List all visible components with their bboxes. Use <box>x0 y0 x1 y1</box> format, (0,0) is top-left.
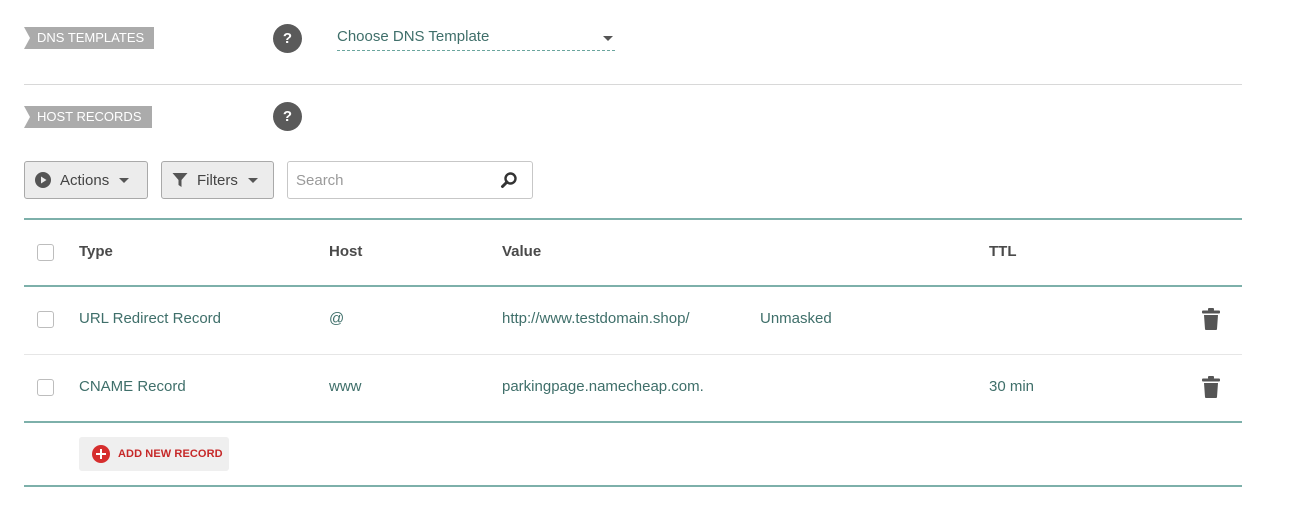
record-type[interactable]: CNAME Record <box>79 378 186 395</box>
dns-templates-help-icon[interactable]: ? <box>273 24 302 53</box>
actions-button-label: Actions <box>60 171 110 189</box>
chevron-down-icon <box>119 177 130 183</box>
section-divider <box>24 84 1242 85</box>
column-header-ttl[interactable]: TTL <box>989 243 1017 260</box>
search-icon[interactable] <box>500 171 518 189</box>
row-checkbox[interactable] <box>37 311 54 328</box>
host-records-label: HOST RECORDS <box>24 106 152 128</box>
filter-icon <box>172 173 188 187</box>
host-records-help-icon[interactable]: ? <box>273 102 302 131</box>
add-circle-icon <box>92 445 110 463</box>
actions-button[interactable]: Actions <box>24 161 148 199</box>
table-header-border <box>24 285 1242 287</box>
filters-button[interactable]: Filters <box>161 161 274 199</box>
row-divider <box>24 354 1242 355</box>
row-checkbox[interactable] <box>37 379 54 396</box>
filters-button-label: Filters <box>197 171 238 189</box>
record-host[interactable]: @ <box>329 310 344 327</box>
trash-icon[interactable] <box>1201 308 1221 330</box>
dns-templates-label: DNS TEMPLATES <box>24 27 155 49</box>
chevron-down-icon <box>247 177 258 183</box>
search-box <box>287 161 533 199</box>
record-ttl[interactable]: 30 min <box>989 378 1034 395</box>
table-bottom-border <box>24 485 1242 487</box>
trash-icon[interactable] <box>1201 376 1221 398</box>
record-host[interactable]: www <box>329 378 362 395</box>
add-new-record-label: ADD NEW RECORD <box>118 448 223 460</box>
record-value[interactable]: parkingpage.namecheap.com. <box>502 378 704 395</box>
dns-template-select-value: Choose DNS Template <box>337 28 490 45</box>
column-header-value[interactable]: Value <box>502 243 541 260</box>
select-all-checkbox[interactable] <box>37 244 54 261</box>
chevron-down-icon <box>603 36 613 41</box>
add-new-record-button[interactable]: ADD NEW RECORD <box>79 437 229 471</box>
dns-template-select[interactable]: Choose DNS Template <box>337 28 615 51</box>
redirect-type[interactable]: Unmasked <box>760 310 832 327</box>
column-header-host[interactable]: Host <box>329 243 362 260</box>
record-type[interactable]: URL Redirect Record <box>79 310 221 327</box>
play-circle-icon <box>35 172 51 188</box>
search-input[interactable] <box>296 170 496 190</box>
table-top-border <box>24 218 1242 220</box>
column-header-type[interactable]: Type <box>79 243 113 260</box>
record-value[interactable]: http://www.testdomain.shop/ <box>502 310 690 327</box>
table-rows-border <box>24 421 1242 423</box>
